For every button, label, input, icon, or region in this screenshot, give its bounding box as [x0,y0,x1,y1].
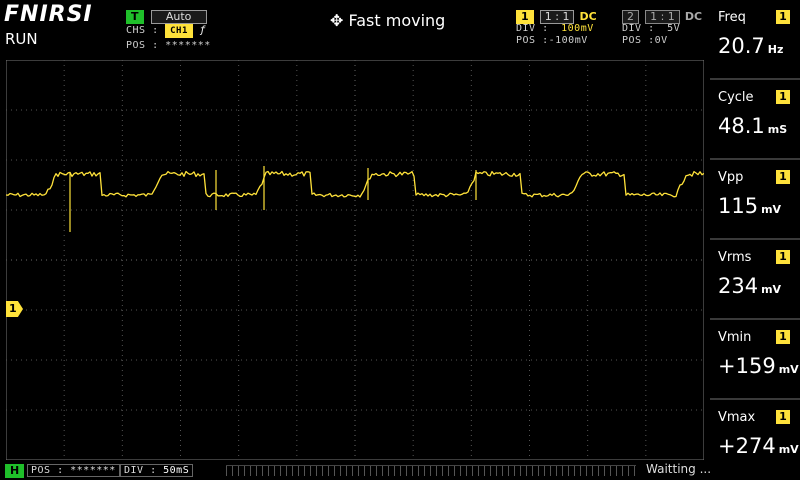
measurement-name: Cycle [718,90,754,105]
measurement-channel-badge: 1 [776,170,790,184]
measurement-unit: mV [778,443,799,456]
ch2-pos-label: POS : [622,35,655,46]
horizontal-badge: H [5,464,25,478]
measurement-value: +159 [718,354,776,378]
measurement-channel-badge: 1 [776,250,790,264]
measurement-name: Vrms [718,250,752,265]
trigger-source-label: CHS : [126,25,159,36]
measurement-channel-badge: 1 [776,330,790,344]
measurement-channel-badge: 1 [776,90,790,104]
ch2-badge: 2 [622,10,639,24]
measurement-value-wrap: 234 mV [718,274,781,298]
measurement-value: +274 [718,434,776,458]
ch2-settings[interactable]: 2 1 : 1 DC DIV : 5V POS :0V [622,5,710,46]
h-pos-label: POS : [31,465,64,476]
measurement-name: Vpp [718,170,744,185]
measurement-unit: Hz [767,43,784,56]
measurement-channel-badge: 1 [776,10,790,24]
trigger-edge-icon[interactable]: ƒ [199,25,206,36]
measurement-value-wrap: 48.1 mS [718,114,787,138]
measurement-channel-badge: 1 [776,410,790,424]
measurement-unit: mV [778,363,799,376]
status-text: Waitting ... [646,462,712,476]
measurement-name: Vmax [718,410,756,425]
measurement-name: Freq [718,10,746,25]
ch1-div-value: 100mV [561,23,594,34]
ch1-coupling[interactable]: DC [580,10,597,23]
trigger-source[interactable]: CH1 [165,24,193,38]
measurement-vrms[interactable]: Vrms 1 234 mV [710,240,800,320]
ch1-div-label: DIV : [516,23,549,34]
measurement-vmin[interactable]: Vmin 1 +159 mV [710,320,800,400]
h-pos-value: ******* [70,465,116,476]
timebase-label: DIV : [124,465,157,476]
timebase[interactable]: DIV : 50mS [120,464,194,477]
measurement-vpp[interactable]: Vpp 1 115 mV [710,160,800,240]
measurement-value: 234 [718,274,759,298]
measurement-freq[interactable]: Freq 1 20.7 Hz [710,0,800,80]
measurement-value: 115 [718,194,759,218]
ch2-div-value: 5V [667,23,681,34]
measurement-unit: mV [761,203,782,216]
ch1-badge: 1 [516,10,534,24]
measurement-value-wrap: 20.7 Hz [718,34,783,58]
ch2-probe[interactable]: 1 : 1 [645,10,680,24]
trigger-pos-value: ******* [165,40,211,51]
measurement-value: 20.7 [718,34,765,58]
measurement-cycle[interactable]: Cycle 1 48.1 mS [710,80,800,160]
timebase-value: 50mS [163,465,190,476]
trigger-block[interactable]: T Auto CHS : CH1 ƒ POS : ******* [126,5,216,51]
run-state[interactable]: RUN [5,30,38,48]
measurement-unit: mS [767,123,788,136]
measurement-name: Vmin [718,330,752,345]
trigger-badge: T [126,10,144,24]
ch1-pos-label: POS : [516,35,549,46]
measurement-value-wrap: +159 mV [718,354,799,378]
ch1-pos-value: -100mV [548,35,588,46]
waveform-display[interactable] [6,60,704,460]
measurement-value-wrap: +274 mV [718,434,799,458]
mode-indicator[interactable]: ✥ Fast moving [330,11,445,30]
ch2-pos-value: 0V [654,35,668,46]
ch2-coupling[interactable]: DC [685,10,702,23]
ch1-settings[interactable]: 1 1 : 1 DC DIV : 100mV POS :-100mV [516,5,608,46]
scroll-ruler[interactable] [226,465,636,476]
trigger-pos-label: POS : [126,40,159,51]
measurement-unit: mV [761,283,782,296]
brand-logo: FNIRSI [4,2,93,27]
ch2-div-label: DIV : [622,23,655,34]
mode-text: Fast moving [348,11,446,30]
ch1-probe[interactable]: 1 : 1 [539,10,575,24]
horizontal-pos[interactable]: POS : ******* [27,464,120,477]
trigger-mode[interactable]: Auto [150,10,207,24]
move-arrows-icon: ✥ [330,11,344,30]
footer-bar: H POS : ******* DIV : 50mS Waitting ... [0,462,800,480]
measurement-value: 48.1 [718,114,765,138]
measurement-value-wrap: 115 mV [718,194,781,218]
